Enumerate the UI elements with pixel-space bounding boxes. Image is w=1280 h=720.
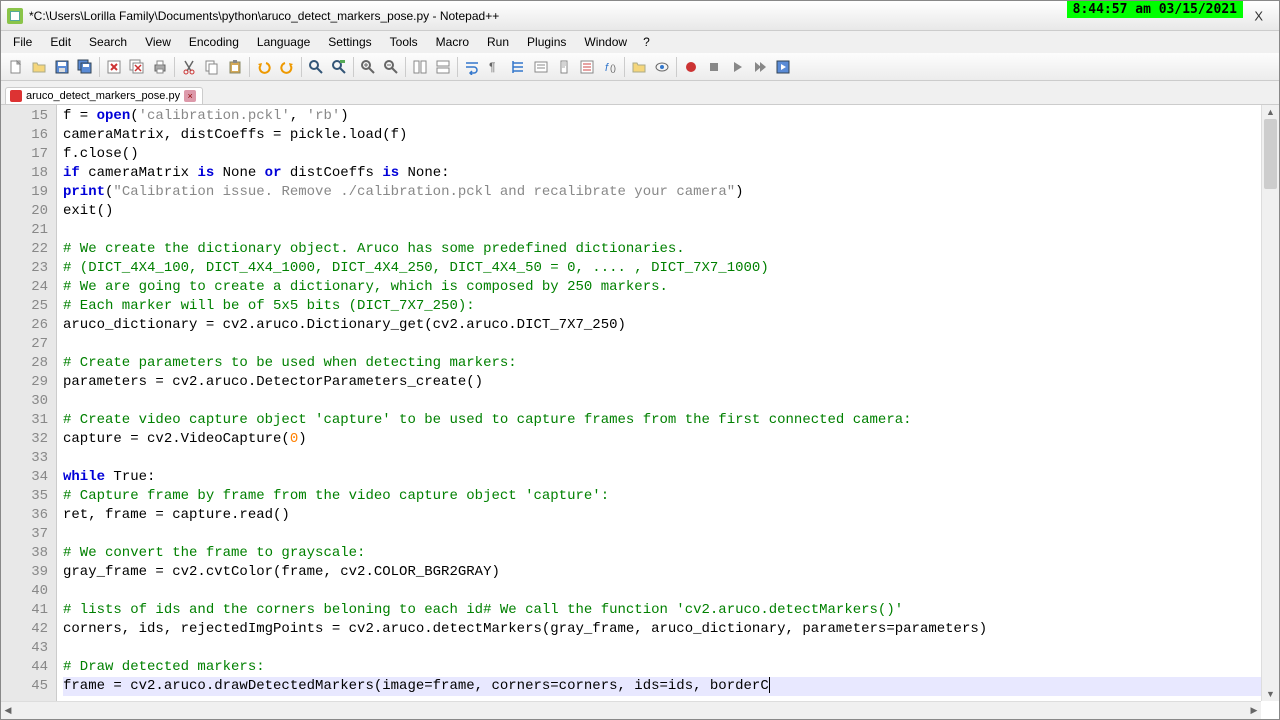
toolbar-sep: [301, 57, 302, 77]
indent-guide-icon[interactable]: [507, 56, 529, 78]
close-file-icon[interactable]: [103, 56, 125, 78]
open-file-icon[interactable]: [28, 56, 50, 78]
find-icon[interactable]: [305, 56, 327, 78]
zoom-in-icon[interactable]: [357, 56, 379, 78]
wordwrap-icon[interactable]: [461, 56, 483, 78]
svg-text:¶: ¶: [489, 60, 495, 74]
menu-language[interactable]: Language: [249, 33, 318, 51]
line-number-gutter: 1516171819202122232425262728293031323334…: [1, 105, 57, 719]
toolbar: ¶ f(): [1, 53, 1279, 81]
menu-file[interactable]: File: [5, 33, 40, 51]
menu-encoding[interactable]: Encoding: [181, 33, 247, 51]
menu-settings[interactable]: Settings: [320, 33, 379, 51]
toolbar-sep: [676, 57, 677, 77]
app-window: *C:\Users\Lorilla Family\Documents\pytho…: [0, 0, 1280, 720]
vertical-scrollbar[interactable]: ▲ ▼: [1261, 105, 1279, 701]
close-all-icon[interactable]: [126, 56, 148, 78]
file-tab[interactable]: aruco_detect_markers_pose.py ×: [5, 87, 203, 104]
titlebar[interactable]: *C:\Users\Lorilla Family\Documents\pytho…: [1, 1, 1279, 31]
save-icon[interactable]: [51, 56, 73, 78]
vertical-scroll-thumb[interactable]: [1264, 119, 1277, 189]
svg-text:(): (): [610, 63, 616, 73]
folder-workspace-icon[interactable]: [628, 56, 650, 78]
menu-plugins[interactable]: Plugins: [519, 33, 574, 51]
cut-icon[interactable]: [178, 56, 200, 78]
doc-map-icon[interactable]: [553, 56, 575, 78]
play-macro-icon[interactable]: [726, 56, 748, 78]
menu-run[interactable]: Run: [479, 33, 517, 51]
menu-window[interactable]: Window: [576, 33, 635, 51]
doc-list-icon[interactable]: [576, 56, 598, 78]
menu-macro[interactable]: Macro: [428, 33, 477, 51]
toolbar-sep: [249, 57, 250, 77]
file-tab-icon: [10, 90, 22, 102]
scroll-up-arrow-icon[interactable]: ▲: [1262, 105, 1279, 119]
replace-icon[interactable]: [328, 56, 350, 78]
sync-vscroll-icon[interactable]: [409, 56, 431, 78]
window-close-button[interactable]: X: [1246, 6, 1271, 25]
titlebar-text: *C:\Users\Lorilla Family\Documents\pytho…: [29, 9, 499, 23]
menubar: File Edit Search View Encoding Language …: [1, 31, 1279, 53]
svg-text:f: f: [605, 62, 609, 74]
editor-area: 1516171819202122232425262728293031323334…: [1, 105, 1279, 719]
monitoring-icon[interactable]: [651, 56, 673, 78]
new-file-icon[interactable]: [5, 56, 27, 78]
menu-tools[interactable]: Tools: [382, 33, 426, 51]
menu-help[interactable]: ?: [637, 33, 656, 51]
print-icon[interactable]: [149, 56, 171, 78]
show-all-chars-icon[interactable]: ¶: [484, 56, 506, 78]
menu-search[interactable]: Search: [81, 33, 135, 51]
redo-icon[interactable]: [276, 56, 298, 78]
zoom-out-icon[interactable]: [380, 56, 402, 78]
record-macro-icon[interactable]: [680, 56, 702, 78]
copy-icon[interactable]: [201, 56, 223, 78]
scroll-down-arrow-icon[interactable]: ▼: [1262, 687, 1279, 701]
toolbar-sep: [99, 57, 100, 77]
file-tab-close-icon[interactable]: ×: [184, 90, 196, 102]
toolbar-sep: [174, 57, 175, 77]
sync-hscroll-icon[interactable]: [432, 56, 454, 78]
function-list-icon[interactable]: f(): [599, 56, 621, 78]
toolbar-sep: [457, 57, 458, 77]
scroll-right-arrow-icon[interactable]: ▶: [1247, 702, 1261, 719]
user-lang-icon[interactable]: [530, 56, 552, 78]
paste-icon[interactable]: [224, 56, 246, 78]
toolbar-sep: [624, 57, 625, 77]
app-icon: [7, 8, 23, 24]
undo-icon[interactable]: [253, 56, 275, 78]
menu-view[interactable]: View: [137, 33, 179, 51]
save-all-icon[interactable]: [74, 56, 96, 78]
code-editor[interactable]: f = open('calibration.pckl', 'rb')camera…: [57, 105, 1279, 719]
save-macro-icon[interactable]: [772, 56, 794, 78]
play-multi-icon[interactable]: [749, 56, 771, 78]
timestamp-overlay: 8:44:57 am 03/15/2021: [1067, 1, 1243, 18]
horizontal-scrollbar[interactable]: ◀ ▶: [1, 701, 1261, 719]
file-tab-label: aruco_detect_markers_pose.py: [26, 90, 180, 102]
tabbar: aruco_detect_markers_pose.py ×: [1, 81, 1279, 105]
scroll-left-arrow-icon[interactable]: ◀: [1, 702, 15, 719]
toolbar-sep: [353, 57, 354, 77]
toolbar-sep: [405, 57, 406, 77]
menu-edit[interactable]: Edit: [42, 33, 79, 51]
stop-macro-icon[interactable]: [703, 56, 725, 78]
